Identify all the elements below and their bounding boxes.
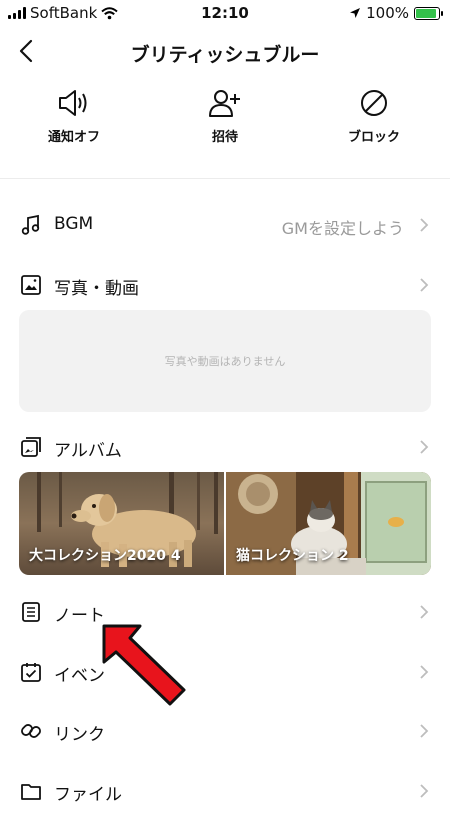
divider (0, 178, 450, 179)
chevron-right-icon (420, 440, 429, 454)
nav-header: ブリティッシュブルー (0, 26, 450, 78)
note-label: ノート (54, 606, 105, 626)
album-list: 大コレクション2020 4 猫コレクション 2 (19, 472, 431, 575)
album-icon (21, 437, 41, 457)
chevron-right-icon (420, 605, 429, 619)
chevron-right-icon (420, 665, 429, 679)
file-label: ファイル (54, 785, 122, 805)
album-card-dog[interactable]: 大コレクション2020 4 (19, 472, 224, 575)
photos-label: 写真・動画 (54, 279, 139, 299)
album-caption: 猫コレクション 2 (236, 548, 349, 564)
speaker-icon (59, 90, 87, 116)
battery-icon (414, 6, 443, 20)
block-icon (361, 90, 387, 116)
battery-percent: 100% (366, 4, 409, 22)
menu-item-event[interactable]: イベン (0, 649, 450, 697)
block-button[interactable]: ブロック (319, 88, 429, 145)
bgm-label: BGM (54, 214, 94, 234)
event-label: イベン (54, 666, 105, 686)
music-note-icon (21, 214, 40, 235)
menu-item-link[interactable]: リンク (0, 708, 450, 756)
block-label: ブロック (347, 130, 400, 145)
folder-icon (21, 784, 41, 800)
chevron-right-icon (420, 784, 429, 798)
note-icon (22, 602, 40, 622)
link-label: リンク (54, 725, 105, 745)
album-caption: 大コレクション2020 4 (29, 548, 181, 564)
calendar-icon (21, 663, 41, 682)
invite-button[interactable]: 招待 (170, 88, 280, 145)
chevron-right-icon (420, 278, 429, 292)
menu-item-album[interactable]: アルバム (0, 424, 450, 472)
pointer-arrow-icon (102, 624, 186, 706)
page-title: ブリティッシュブルー (130, 44, 320, 66)
photos-empty-state: 写真や動画はありません (19, 310, 431, 412)
menu-item-file[interactable]: ファイル (0, 768, 450, 816)
action-bar: 通知オフ 招待 ブロック (0, 88, 450, 158)
link-icon (21, 724, 41, 738)
location-icon (350, 8, 361, 18)
menu-item-photos[interactable]: 写真・動画 (0, 262, 450, 310)
album-label: アルバム (54, 441, 122, 461)
mute-notifications-button[interactable]: 通知オフ (19, 88, 129, 145)
mute-label: 通知オフ (47, 130, 100, 145)
status-right: 100% (349, 4, 443, 22)
chevron-right-icon (420, 218, 429, 232)
bgm-value: GMを設定しよう (281, 219, 404, 238)
empty-state-text: 写真や動画はありません (164, 355, 286, 368)
menu-item-bgm[interactable]: BGM GMを設定しよう (0, 202, 450, 250)
invite-label: 招待 (211, 130, 238, 145)
status-bar: SoftBank 12:10 100% (0, 0, 450, 26)
chevron-right-icon (420, 724, 429, 738)
menu-item-note[interactable]: ノート (0, 589, 450, 637)
photo-icon (21, 275, 41, 295)
album-card-cat[interactable]: 猫コレクション 2 (226, 472, 431, 575)
add-user-icon (209, 90, 240, 117)
